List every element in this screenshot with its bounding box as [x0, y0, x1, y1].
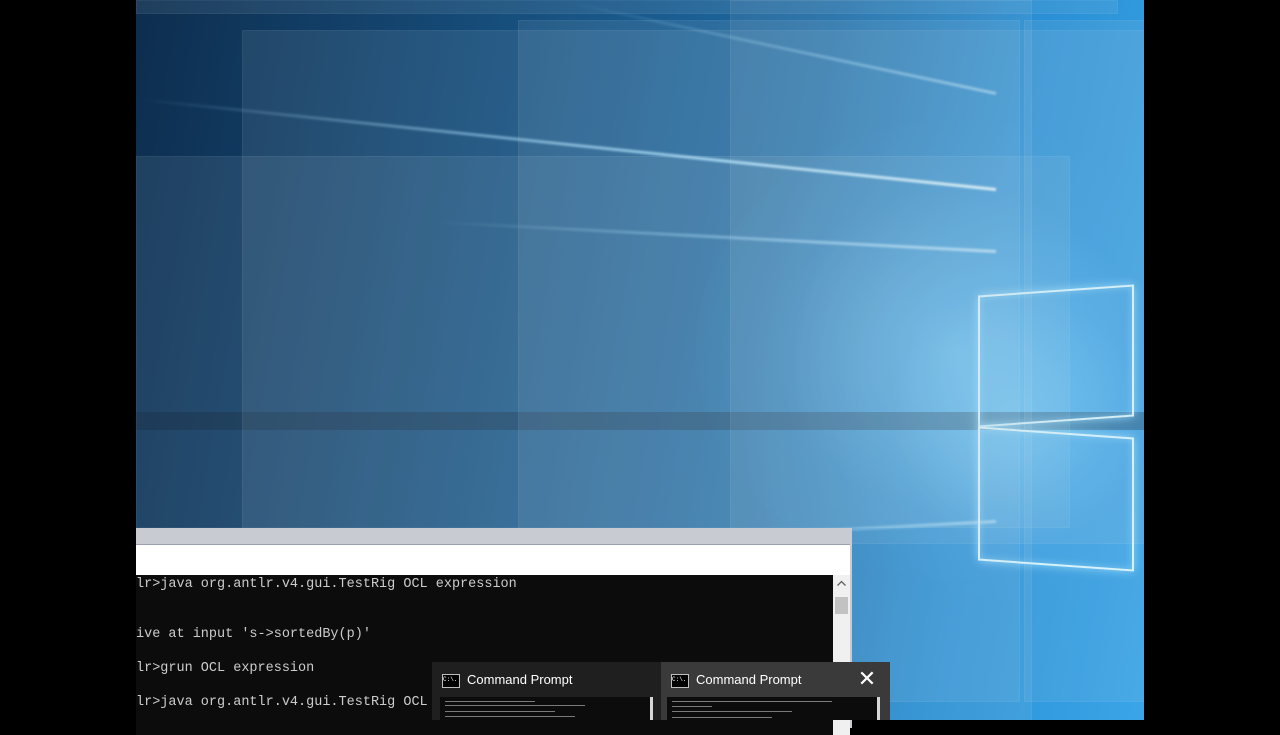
thumbnail-preview-image [667, 697, 880, 720]
thumbnail-preview-image [440, 697, 653, 720]
console-line: lr>java org.antlr.v4.gui.TestRig OCL exp… [136, 577, 517, 592]
scroll-thumb[interactable] [835, 597, 848, 614]
cmd-icon: C:\. [442, 674, 460, 688]
close-icon[interactable]: ✕ [852, 666, 882, 694]
ghost-window [1024, 20, 1144, 702]
console-line: lr>java org.antlr.v4.gui.TestRig OCL exp [136, 695, 461, 710]
thumbnail-command-prompt-1[interactable]: C:\. Command Prompt [432, 662, 660, 720]
cmd-icon: C:\. [671, 674, 689, 688]
chevron-up-icon[interactable] [833, 575, 850, 592]
thumbnail-title: Command Prompt [467, 672, 573, 687]
taskbar-thumbnail-preview: C:\. Command Prompt C:\. Command Prompt … [432, 662, 890, 720]
console-line: ive at input 's->sortedBy(p)' [136, 627, 371, 642]
console-line: lr>grun OCL expression [136, 661, 315, 676]
thumbnail-title: Command Prompt [696, 672, 802, 687]
window-titlebar[interactable] [136, 544, 850, 576]
